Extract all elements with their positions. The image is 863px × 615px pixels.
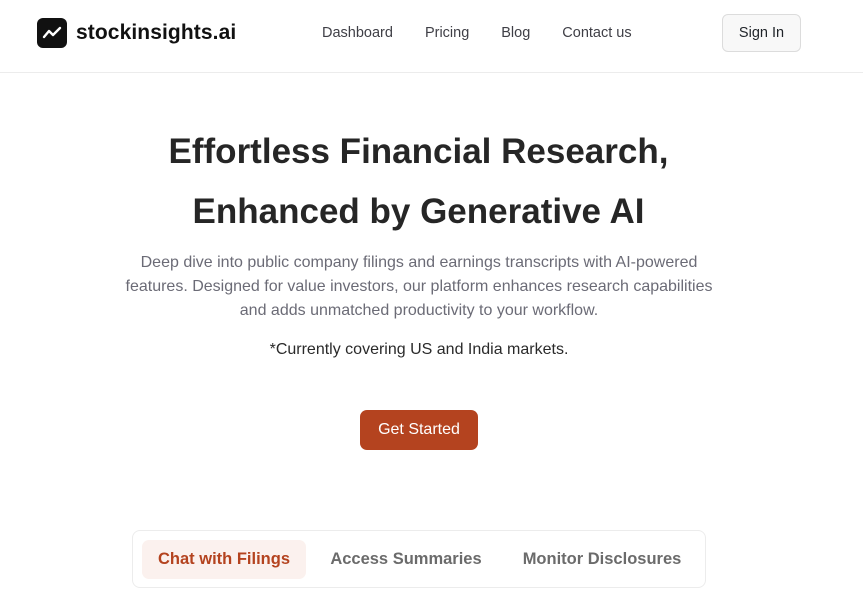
nav-blog[interactable]: Blog xyxy=(501,24,530,42)
get-started-button[interactable]: Get Started xyxy=(360,410,478,450)
site-header: stockinsights.ai Dashboard Pricing Blog … xyxy=(0,0,863,73)
tab-access-summaries[interactable]: Access Summaries xyxy=(320,540,492,579)
hero-title: Effortless Financial Research, Enhanced … xyxy=(0,122,837,242)
tab-chat-with-filings[interactable]: Chat with Filings xyxy=(142,540,306,579)
market-coverage-note: *Currently covering US and India markets… xyxy=(269,341,569,358)
nav-contact-us[interactable]: Contact us xyxy=(562,24,631,42)
hero-title-line-2: Enhanced by Generative AI xyxy=(192,192,645,231)
brand-name: stockinsights.ai xyxy=(76,21,237,44)
main-nav: Dashboard Pricing Blog Contact us xyxy=(322,24,664,42)
sign-in-button[interactable]: Sign In xyxy=(722,14,801,52)
nav-pricing[interactable]: Pricing xyxy=(425,24,469,42)
feature-tabs: Chat with Filings Access Summaries Monit… xyxy=(132,530,706,588)
brand-logo[interactable]: stockinsights.ai xyxy=(37,18,236,48)
hero-description: Deep dive into public company filings an… xyxy=(125,254,713,319)
trend-line-icon xyxy=(37,18,67,48)
nav-dashboard[interactable]: Dashboard xyxy=(322,24,393,42)
tab-monitor-disclosures[interactable]: Monitor Disclosures xyxy=(511,540,693,579)
hero-title-line-1: Effortless Financial Research, xyxy=(168,132,669,171)
